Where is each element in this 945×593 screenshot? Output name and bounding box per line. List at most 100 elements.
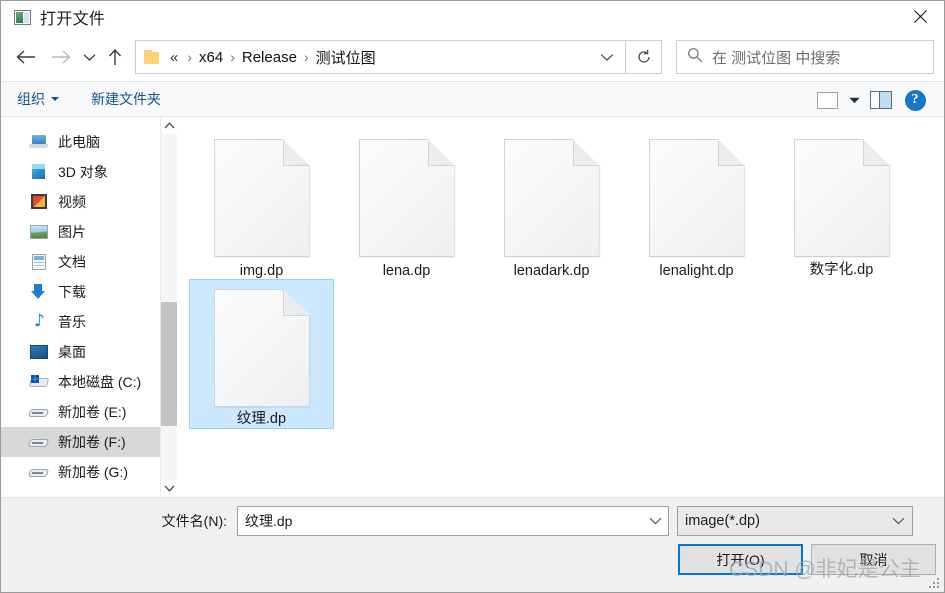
sidebar-item-11[interactable]: 新加卷 (G:) [1, 457, 177, 487]
sidebar-item-label: 视频 [58, 194, 86, 210]
breadcrumb-item-release[interactable]: Release [242, 49, 297, 66]
toolbar-right-group: ? [810, 82, 932, 118]
file-item[interactable]: img.dp [189, 129, 334, 279]
navigation-pane: 此电脑 3D 对象 视频 图片 文档 下载 ♪ 音乐 桌面 本地磁盘 (C:) 新加卷 (E:) 新加… [1, 117, 177, 497]
navigation-scrollbar[interactable] [160, 117, 177, 497]
help-icon: ? [904, 89, 926, 111]
dialog-footer: 文件名(N): 纹理.dp image(*.dp) 打开(O) 取消 [1, 498, 944, 592]
address-dropdown-button[interactable] [593, 42, 621, 72]
computer-icon [28, 133, 49, 151]
scrollbar-thumb[interactable] [161, 302, 177, 426]
sidebar-item-label: 文档 [58, 254, 86, 270]
file-item-label: lena.dp [382, 263, 431, 279]
sidebar-item-8[interactable]: 本地磁盘 (C:) [1, 367, 177, 397]
sidebar-item-4[interactable]: 文档 [1, 247, 177, 277]
filename-value: 纹理.dp [245, 513, 293, 529]
new-folder-label: 新建文件夹 [91, 91, 161, 107]
scrollbar-track[interactable] [161, 134, 177, 480]
breadcrumb-item-x64[interactable]: x64 [199, 49, 223, 66]
sidebar-item-7[interactable]: 桌面 [1, 337, 177, 367]
breadcrumb-separator[interactable]: › [180, 49, 199, 65]
address-bar[interactable]: « › x64 › Release › 测试位图 [135, 40, 626, 74]
scroll-down-button[interactable] [161, 480, 177, 497]
organize-label: 组织 [17, 91, 45, 107]
up-button[interactable] [101, 42, 129, 72]
caret-down-icon [51, 97, 59, 101]
open-button[interactable]: 打开(O) [678, 544, 803, 575]
help-button[interactable]: ? [898, 86, 932, 114]
breadcrumb-separator[interactable]: › [223, 49, 242, 65]
image-file-icon [14, 9, 31, 25]
chevron-up-icon [164, 122, 174, 129]
sidebar-item-label: 此电脑 [58, 134, 100, 150]
title-bar: 打开文件 [1, 1, 944, 33]
sidebar-item-label: 本地磁盘 (C:) [58, 374, 142, 390]
view-mode-button[interactable] [810, 86, 844, 114]
file-item-label: lenadark.dp [513, 263, 590, 279]
caret-down-icon [849, 97, 859, 103]
desktop-icon [29, 343, 49, 361]
file-item-label: lenalight.dp [659, 263, 734, 279]
breadcrumb-item-current[interactable]: 测试位图 [316, 47, 376, 68]
chevron-down-icon [164, 485, 174, 492]
filename-row: 文件名(N): 纹理.dp image(*.dp) [1, 506, 944, 536]
sidebar-item-label: 桌面 [58, 344, 86, 360]
close-button[interactable] [897, 1, 944, 32]
file-item[interactable]: lenadark.dp [479, 129, 624, 279]
sidebar-item-10[interactable]: 新加卷 (F:) [1, 427, 177, 457]
close-icon [914, 10, 927, 23]
blank-document-icon [213, 289, 310, 407]
refresh-button[interactable] [626, 40, 662, 74]
blank-document-icon [213, 139, 310, 257]
chevron-down-icon [83, 53, 95, 61]
volume-drive-icon [27, 463, 50, 481]
sidebar-item-label: 音乐 [58, 314, 86, 330]
downloads-icon [29, 283, 49, 301]
sidebar-item-9[interactable]: 新加卷 (E:) [1, 397, 177, 427]
breadcrumb: « › x64 › Release › 测试位图 [170, 47, 593, 68]
file-item[interactable]: lenalight.dp [624, 129, 769, 279]
blank-document-icon [503, 139, 600, 257]
cancel-button[interactable]: 取消 [811, 544, 936, 575]
search-placeholder: 在 测试位图 中搜索 [712, 49, 841, 67]
sidebar-item-1[interactable]: 3D 对象 [1, 157, 177, 187]
arrow-left-icon [15, 50, 35, 64]
volume-drive-icon [27, 403, 50, 421]
new-folder-button[interactable]: 新建文件夹 [91, 89, 161, 109]
resize-grip[interactable] [929, 578, 940, 589]
navigation-bar: « › x64 › Release › 测试位图 在 测试位图 中搜索 [1, 33, 944, 81]
breadcrumb-separator[interactable]: › [297, 49, 316, 65]
recent-locations-button[interactable] [77, 42, 101, 72]
preview-pane-button[interactable] [864, 86, 898, 114]
file-list-pane[interactable]: img.dp lena.dp lenadark.dp lenalight.dp 数字化.… [177, 117, 944, 497]
file-item[interactable]: lena.dp [334, 129, 479, 279]
file-type-filter[interactable]: image(*.dp) [677, 506, 913, 536]
search-box[interactable]: 在 测试位图 中搜索 [676, 40, 934, 74]
dialog-buttons: 打开(O) 取消 [1, 544, 944, 575]
file-item[interactable]: 纹理.dp [189, 279, 334, 429]
command-toolbar: 组织 新建文件夹 ? [1, 81, 944, 117]
back-button[interactable] [9, 42, 43, 72]
forward-button[interactable] [43, 42, 77, 72]
chevron-down-icon [892, 517, 904, 525]
arrow-up-icon [108, 48, 122, 65]
documents-icon [29, 253, 49, 271]
sidebar-item-label: 新加卷 (G:) [58, 464, 128, 480]
blank-document-icon [648, 139, 745, 257]
breadcrumb-overflow[interactable]: « [170, 49, 180, 66]
sidebar-item-2[interactable]: 视频 [1, 187, 177, 217]
sidebar-item-0[interactable]: 此电脑 [1, 127, 177, 157]
chevron-down-icon [649, 517, 661, 525]
organize-button[interactable]: 组织 [17, 89, 59, 109]
sidebar-item-5[interactable]: 下载 [1, 277, 177, 307]
file-item[interactable]: 数字化.dp [769, 129, 914, 279]
scroll-up-button[interactable] [161, 117, 177, 134]
sidebar-item-3[interactable]: 图片 [1, 217, 177, 247]
sidebar-item-6[interactable]: ♪ 音乐 [1, 307, 177, 337]
file-type-value: image(*.dp) [685, 513, 760, 529]
filename-dropdown-button[interactable] [642, 507, 668, 535]
view-mode-dropdown[interactable] [844, 86, 864, 114]
volume-drive-icon [27, 433, 50, 451]
filename-input[interactable]: 纹理.dp [237, 506, 669, 536]
chevron-down-icon [600, 53, 614, 61]
